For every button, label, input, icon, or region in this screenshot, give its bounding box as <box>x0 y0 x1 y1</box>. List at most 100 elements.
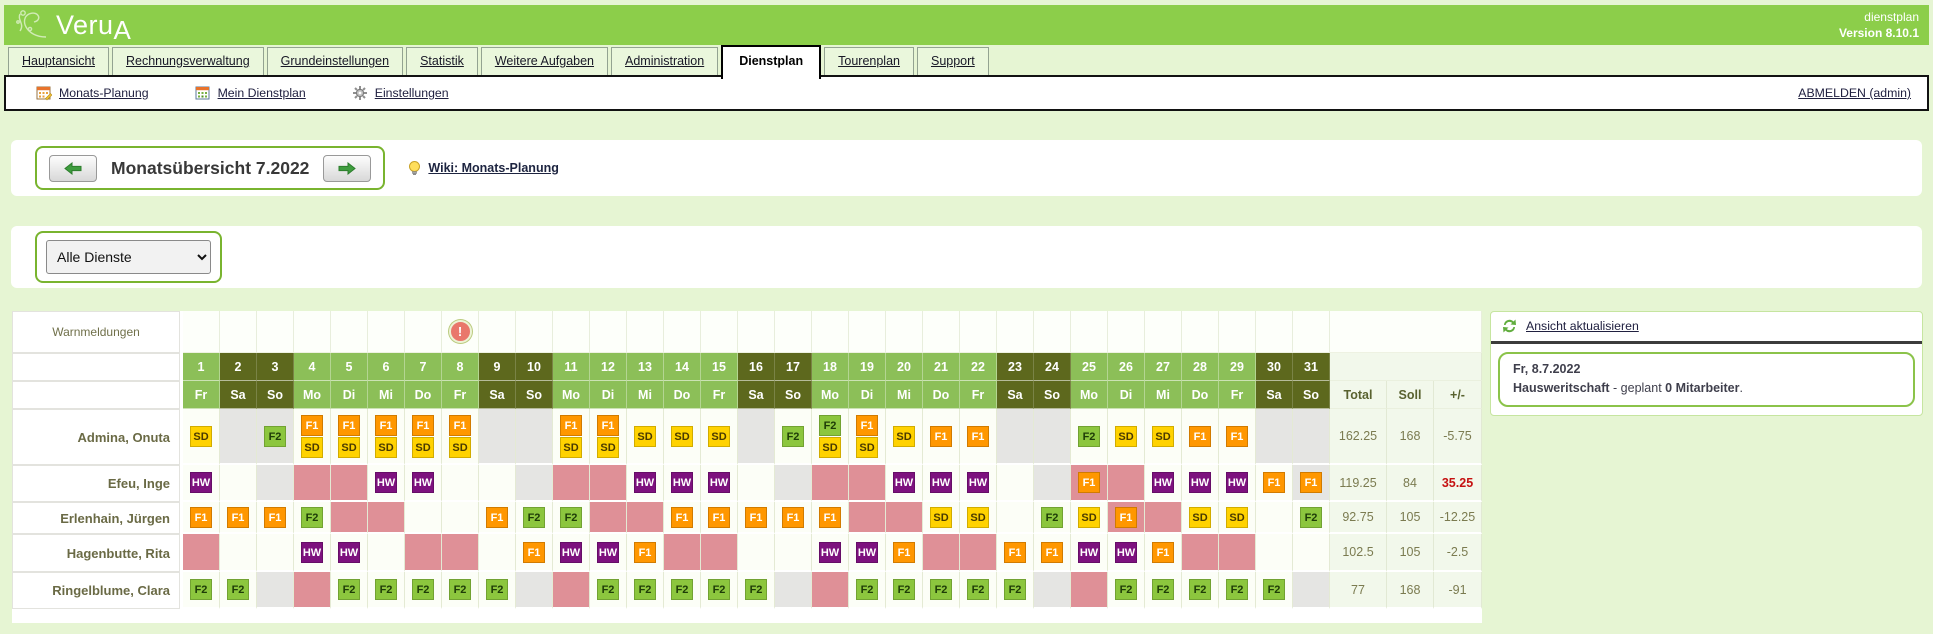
shift-cell[interactable]: SD <box>627 409 664 465</box>
previous-month-button[interactable] <box>49 155 97 182</box>
shift-cell[interactable]: HW <box>294 534 331 572</box>
shift-cell[interactable]: F1 <box>775 502 812 534</box>
shift-cell[interactable] <box>183 534 220 572</box>
shift-cell[interactable]: HW <box>849 534 886 572</box>
shift-cell[interactable] <box>331 465 368 502</box>
shift-cell[interactable] <box>257 572 294 609</box>
shift-cell[interactable]: F1 <box>1034 534 1071 572</box>
shift-cell[interactable]: HW <box>1145 465 1182 502</box>
shift-cell[interactable]: F1 <box>1108 502 1145 534</box>
shift-cell[interactable] <box>516 572 553 609</box>
shift-cell[interactable] <box>1145 502 1182 534</box>
shift-cell[interactable]: F1 <box>1219 409 1256 465</box>
shift-cell[interactable] <box>1293 534 1330 572</box>
shift-cell[interactable] <box>1034 409 1071 465</box>
shift-cell[interactable]: HW <box>405 465 442 502</box>
shift-cell[interactable]: SD <box>701 409 738 465</box>
shift-cell[interactable]: F2 <box>1182 572 1219 609</box>
shift-cell[interactable]: SD <box>886 409 923 465</box>
shift-cell[interactable]: F1SD <box>368 409 405 465</box>
shift-cell[interactable]: F2 <box>1108 572 1145 609</box>
shift-cell[interactable] <box>812 465 849 502</box>
shift-cell[interactable]: F1 <box>812 502 849 534</box>
mein-dienstplan-link[interactable]: Mein Dienstplan <box>218 86 306 100</box>
shift-cell[interactable]: F1SD <box>442 409 479 465</box>
shift-cell[interactable]: HW <box>1182 465 1219 502</box>
shift-cell[interactable]: HW <box>886 465 923 502</box>
shift-cell[interactable] <box>701 534 738 572</box>
shift-cell[interactable] <box>1256 502 1293 534</box>
shift-cell[interactable] <box>738 409 775 465</box>
shift-cell[interactable]: HW <box>368 465 405 502</box>
shift-cell[interactable]: HW <box>664 465 701 502</box>
shift-cell[interactable] <box>331 502 368 534</box>
shift-cell[interactable] <box>849 502 886 534</box>
shift-cell[interactable] <box>553 465 590 502</box>
shift-cell[interactable]: F1 <box>257 502 294 534</box>
shift-cell[interactable]: HW <box>1071 534 1108 572</box>
shift-cell[interactable] <box>775 572 812 609</box>
shift-cell[interactable]: F1 <box>1071 465 1108 502</box>
shift-cell[interactable]: HW <box>701 465 738 502</box>
shift-cell[interactable]: F1SD <box>331 409 368 465</box>
shift-cell[interactable] <box>368 502 405 534</box>
shift-cell[interactable]: HW <box>553 534 590 572</box>
shift-cell[interactable]: F1SD <box>553 409 590 465</box>
shift-cell[interactable] <box>442 534 479 572</box>
tab-dienstplan[interactable]: Dienstplan <box>721 45 821 79</box>
shift-cell[interactable]: SD <box>1108 409 1145 465</box>
shift-cell[interactable] <box>886 502 923 534</box>
shift-cell[interactable]: F1 <box>886 534 923 572</box>
shift-cell[interactable]: F2 <box>960 572 997 609</box>
shift-cell[interactable] <box>997 409 1034 465</box>
shift-cell[interactable]: F2 <box>1145 572 1182 609</box>
shift-cell[interactable]: HW <box>183 465 220 502</box>
shift-cell[interactable]: F2SD <box>812 409 849 465</box>
tab-hauptansicht[interactable]: Hauptansicht <box>8 47 109 75</box>
service-filter-select[interactable]: Alle Dienste <box>46 240 211 274</box>
shift-cell[interactable]: F2 <box>1034 502 1071 534</box>
next-month-button[interactable] <box>323 155 371 182</box>
shift-cell[interactable]: F2 <box>183 572 220 609</box>
shift-cell[interactable] <box>257 534 294 572</box>
shift-cell[interactable] <box>775 465 812 502</box>
shift-cell[interactable] <box>442 465 479 502</box>
shift-cell[interactable]: F2 <box>1293 502 1330 534</box>
shift-cell[interactable]: F1 <box>738 502 775 534</box>
shift-cell[interactable]: HW <box>331 534 368 572</box>
refresh-view-link[interactable]: Ansicht aktualisieren <box>1526 319 1639 333</box>
shift-cell[interactable] <box>294 465 331 502</box>
shift-cell[interactable] <box>405 502 442 534</box>
monats-planung-link[interactable]: Monats-Planung <box>59 86 149 100</box>
shift-cell[interactable]: F1 <box>220 502 257 534</box>
shift-cell[interactable]: SD <box>183 409 220 465</box>
shift-cell[interactable]: SD <box>1219 502 1256 534</box>
toolbar-item-mein-dienstplan[interactable]: Mein Dienstplan <box>195 85 306 101</box>
wiki-monats-planung-link[interactable]: Wiki: Monats-Planung <box>428 161 558 175</box>
shift-cell[interactable] <box>960 534 997 572</box>
shift-cell[interactable]: F1 <box>1293 465 1330 502</box>
shift-cell[interactable] <box>1108 465 1145 502</box>
shift-cell[interactable] <box>738 465 775 502</box>
shift-cell[interactable] <box>220 465 257 502</box>
shift-cell[interactable]: SD <box>1071 502 1108 534</box>
tab-administration[interactable]: Administration <box>611 47 718 75</box>
shift-cell[interactable]: SD <box>923 502 960 534</box>
shift-cell[interactable]: F2 <box>368 572 405 609</box>
shift-cell[interactable]: F2 <box>405 572 442 609</box>
shift-cell[interactable] <box>257 465 294 502</box>
shift-cell[interactable] <box>923 534 960 572</box>
shift-cell[interactable]: F1 <box>183 502 220 534</box>
shift-cell[interactable]: SD <box>960 502 997 534</box>
shift-cell[interactable] <box>516 465 553 502</box>
toolbar-item-monats-planung[interactable]: Monats-Planung <box>36 85 149 101</box>
shift-cell[interactable]: F2 <box>664 572 701 609</box>
shift-cell[interactable] <box>590 502 627 534</box>
shift-cell[interactable]: F1 <box>664 502 701 534</box>
shift-cell[interactable] <box>479 409 516 465</box>
shift-cell[interactable]: F1 <box>997 534 1034 572</box>
shift-cell[interactable] <box>479 534 516 572</box>
shift-cell[interactable] <box>812 572 849 609</box>
shift-cell[interactable]: F1 <box>1182 409 1219 465</box>
tab-rechnungsverwaltung[interactable]: Rechnungsverwaltung <box>112 47 264 75</box>
